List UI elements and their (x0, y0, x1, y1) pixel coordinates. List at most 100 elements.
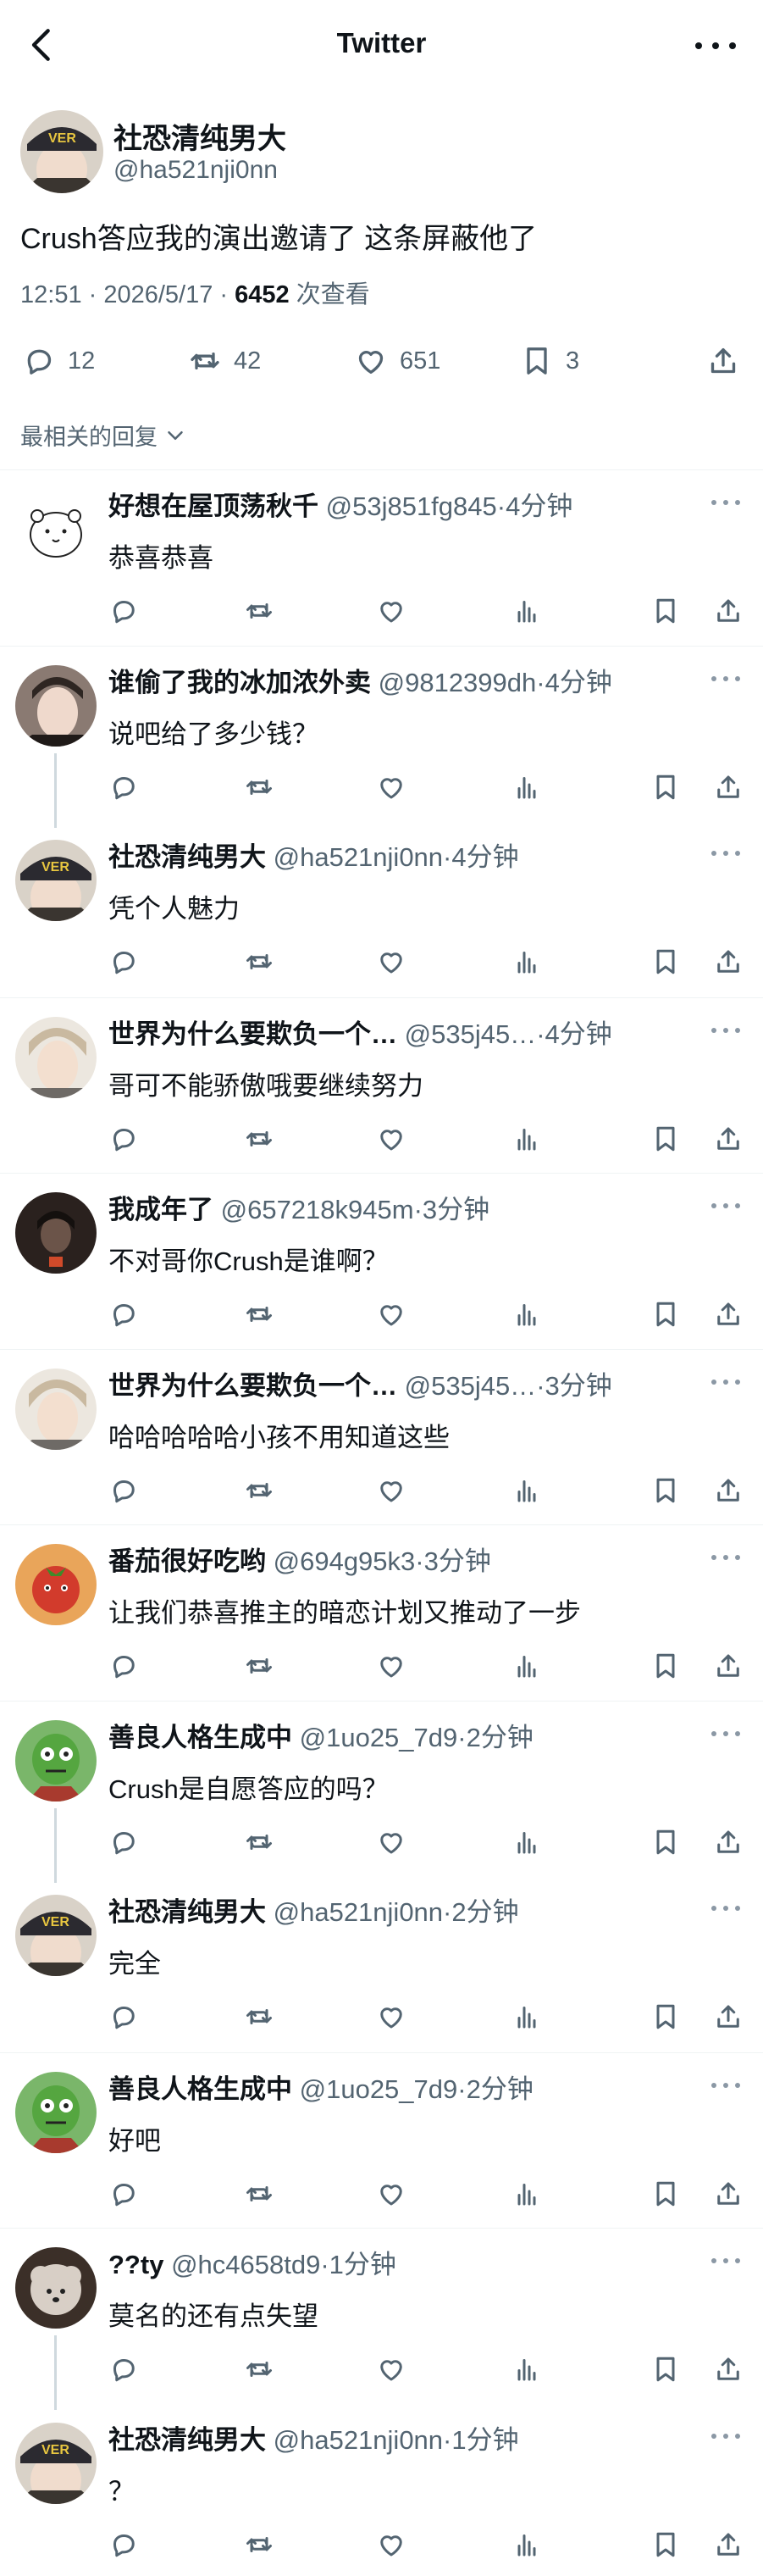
views-icon[interactable] (511, 2001, 542, 2032)
like-icon[interactable] (376, 1827, 406, 1857)
author-avatar[interactable]: VER (15, 1895, 97, 1976)
reply-author-handle[interactable]: @ha521nji0nn (274, 2425, 443, 2455)
share-icon[interactable] (713, 772, 744, 802)
bookmark-icon[interactable] (650, 1827, 681, 1857)
more-options-icon[interactable] (710, 1199, 741, 1213)
like-icon[interactable] (376, 1651, 406, 1681)
more-options-icon[interactable] (710, 2429, 741, 2443)
reply-item[interactable]: ??ty @hc4658td9·1分钟 莫名的还有点失望 (0, 2228, 763, 2410)
dark-avatar[interactable] (15, 1192, 97, 1274)
more-options-icon[interactable] (710, 672, 741, 686)
retweet-icon[interactable] (244, 1475, 274, 1506)
reply-author-name[interactable]: 社恐清纯男大 (108, 842, 266, 872)
reply-author-name[interactable]: 善良人格生成中 (108, 1723, 292, 1752)
reply-icon[interactable] (108, 2179, 139, 2209)
reply-author-name[interactable]: 世界为什么要欺负一个… (108, 1019, 397, 1049)
reply-icon[interactable] (108, 1299, 139, 1330)
reply-item[interactable]: 世界为什么要欺负一个… @535j45…·3分钟 哈哈哈哈哈小孩不用知道这些 (0, 1348, 763, 1525)
bookmark-stat[interactable]: 3 (520, 336, 579, 386)
bookmark-icon[interactable] (650, 2179, 681, 2209)
zombie-avatar[interactable] (15, 1719, 97, 1802)
like-icon[interactable] (376, 1299, 406, 1330)
reply-author-name[interactable]: 善良人格生成中 (108, 2074, 292, 2104)
share-icon[interactable] (713, 1124, 744, 1154)
reply-author-name[interactable]: 社恐清纯男大 (108, 2425, 266, 2455)
retweet-icon[interactable] (244, 596, 274, 626)
more-options-icon[interactable] (710, 496, 741, 509)
reply-author-handle[interactable]: @1uo25_7d9 (300, 1723, 458, 1752)
reply-icon[interactable] (108, 2529, 139, 2560)
views-icon[interactable] (511, 1299, 542, 1330)
like-stat[interactable]: 651 (354, 336, 440, 386)
like-icon[interactable] (376, 1475, 406, 1506)
reply-author-handle[interactable]: @ha521nji0nn (274, 1897, 443, 1927)
more-options-icon[interactable] (710, 1375, 741, 1389)
retweet-icon[interactable] (244, 1651, 274, 1681)
reply-author-handle[interactable]: @535j45… (405, 1019, 537, 1049)
share-icon[interactable] (713, 1827, 744, 1857)
ice-avatar[interactable] (15, 664, 97, 747)
reply-icon[interactable] (108, 2354, 139, 2384)
reply-author-name[interactable]: 好想在屋顶荡秋千 (108, 491, 318, 521)
reply-item[interactable]: 好想在屋顶荡秋千 @53j851fg845·4分钟 恭喜恭喜 (0, 469, 763, 646)
zombie-avatar[interactable] (15, 2071, 97, 2153)
retweet-stat[interactable]: 42 (188, 336, 261, 386)
views-icon[interactable] (511, 2354, 542, 2384)
like-icon[interactable] (376, 2354, 406, 2384)
views-icon[interactable] (511, 772, 542, 802)
share-icon[interactable] (713, 2179, 744, 2209)
reply-item[interactable]: VER 社恐清纯男大 @ha521nji0nn·1分钟 ？ (0, 2404, 763, 2576)
blonde-avatar[interactable] (15, 1368, 97, 1450)
reply-icon[interactable] (108, 1124, 139, 1154)
more-options-icon[interactable] (710, 1024, 741, 1037)
like-icon[interactable] (376, 2001, 406, 2032)
share-icon[interactable] (713, 1475, 744, 1506)
more-options-icon[interactable] (710, 2254, 741, 2268)
share-icon[interactable] (713, 596, 744, 626)
like-icon[interactable] (376, 947, 406, 977)
reply-author-name[interactable]: 社恐清纯男大 (108, 1897, 266, 1927)
views-icon[interactable] (511, 1827, 542, 1857)
reply-icon[interactable] (108, 772, 139, 802)
views-icon[interactable] (511, 1475, 542, 1506)
like-icon[interactable] (376, 1124, 406, 1154)
share-icon[interactable] (713, 1651, 744, 1681)
reply-author-handle[interactable]: @53j851fg845 (326, 491, 497, 521)
retweet-icon[interactable] (244, 1124, 274, 1154)
reply-item[interactable]: 善良人格生成中 @1uo25_7d9·2分钟 Crush是自愿答应的吗？ (0, 1700, 763, 1883)
bookmark-icon[interactable] (650, 1299, 681, 1330)
reply-icon[interactable] (108, 2001, 139, 2032)
reply-author-handle[interactable]: @694g95k3 (274, 1546, 416, 1576)
reply-author-name[interactable]: 世界为什么要欺负一个… (108, 1371, 397, 1401)
retweet-icon[interactable] (244, 1299, 274, 1330)
reply-item[interactable]: 善良人格生成中 @1uo25_7d9·2分钟 好吧 (0, 2051, 763, 2229)
bookmark-icon[interactable] (650, 947, 681, 977)
retweet-icon[interactable] (244, 772, 274, 802)
reply-author-handle[interactable]: @9812399dh (379, 668, 537, 697)
reply-author-name[interactable]: 谁偷了我的冰加浓外卖 (108, 668, 371, 697)
reply-icon[interactable] (108, 1651, 139, 1681)
bookmark-icon[interactable] (650, 2354, 681, 2384)
reply-author-name[interactable]: 番茄很好吃哟 (108, 1546, 266, 1576)
share-icon[interactable] (713, 947, 744, 977)
reply-item[interactable]: 世界为什么要欺负一个… @535j45…·4分钟 哥可不能骄傲哦要继续努力 (0, 997, 763, 1174)
reply-item[interactable]: 番茄很好吃哟 @694g95k3·3分钟 让我们恭喜推主的暗恋计划又推动了一步 (0, 1524, 763, 1701)
reply-item[interactable]: VER 社恐清纯男大 @ha521nji0nn·4分钟 凭个人魅力 (0, 821, 763, 997)
reply-author-handle[interactable]: @657218k945m (221, 1195, 414, 1224)
like-icon[interactable] (376, 772, 406, 802)
views-icon[interactable] (511, 1651, 542, 1681)
reply-icon[interactable] (108, 1475, 139, 1506)
bookmark-icon[interactable] (650, 1475, 681, 1506)
bookmark-icon[interactable] (650, 1651, 681, 1681)
bookmark-icon[interactable] (650, 1124, 681, 1154)
views-icon[interactable] (511, 2179, 542, 2209)
reply-icon[interactable] (108, 1827, 139, 1857)
more-options-icon[interactable] (710, 1727, 741, 1740)
author-handle[interactable]: @ha521nji0nn (113, 156, 278, 185)
poodle-avatar[interactable] (15, 2247, 97, 2329)
reply-author-handle[interactable]: @535j45… (405, 1371, 537, 1401)
reply-item[interactable]: VER 社恐清纯男大 @ha521nji0nn·2分钟 完全 (0, 1876, 763, 2052)
views-icon[interactable] (511, 2529, 542, 2560)
share-icon[interactable] (713, 2001, 744, 2032)
more-options-icon[interactable] (710, 2079, 741, 2092)
